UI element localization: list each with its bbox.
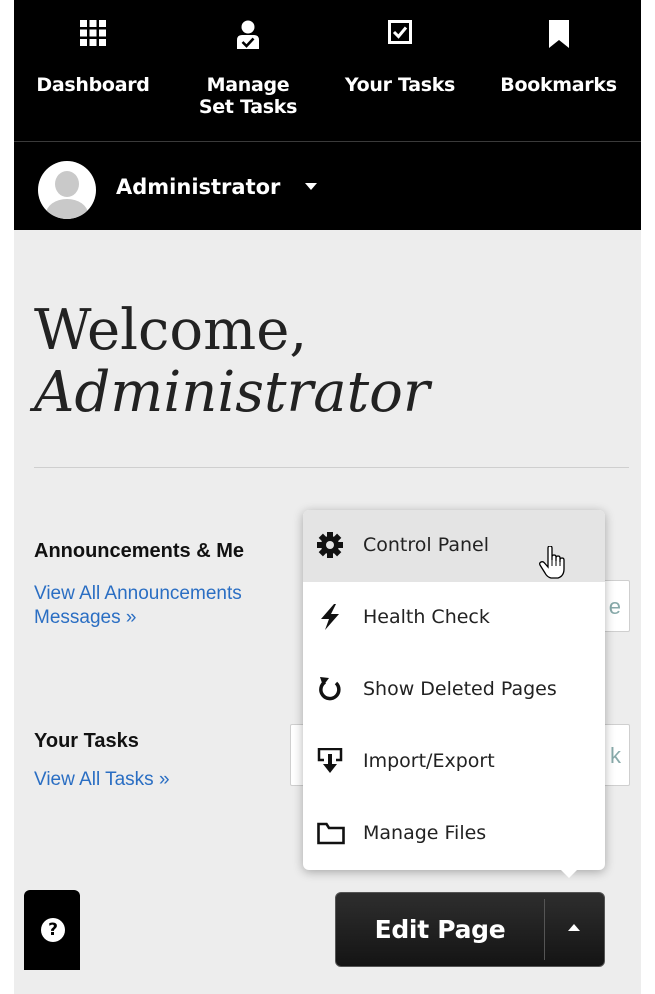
bookmark-icon	[548, 20, 569, 52]
chevron-up-icon	[568, 924, 580, 931]
box-text: e	[608, 594, 621, 619]
box-text: k	[610, 743, 621, 768]
menu-item-label: Control Panel	[363, 534, 489, 556]
user-task-icon	[236, 20, 260, 54]
refresh-icon	[317, 676, 343, 702]
nav-label: Your Tasks	[344, 74, 456, 96]
avatar[interactable]	[38, 161, 96, 219]
grid-icon	[80, 20, 106, 50]
import-export-icon	[317, 747, 343, 774]
nav-label: Manage Set Tasks	[198, 74, 298, 118]
gear-icon	[317, 532, 343, 558]
edit-page-dropdown-menu: Control Panel Health Check Show Deleted …	[303, 510, 605, 878]
help-button[interactable]: ?	[24, 890, 80, 970]
hand-pointer-icon	[539, 545, 569, 584]
user-bar: Administrator	[14, 142, 641, 230]
checkbox-icon	[388, 20, 412, 48]
edit-page-menu-toggle[interactable]	[545, 893, 605, 966]
menu-item-control-panel[interactable]: Control Panel	[303, 510, 605, 582]
menu-item-manage-files[interactable]: Manage Files	[303, 798, 605, 870]
welcome-name: Administrator	[34, 360, 430, 425]
nav-item-manage-set-tasks[interactable]: Manage Set Tasks	[172, 0, 324, 142]
menu-item-label: Health Check	[363, 606, 490, 628]
edit-page-split-button: Edit Page	[335, 892, 605, 967]
folder-icon	[317, 820, 345, 846]
view-all-tasks-link[interactable]: View All Tasks »	[34, 768, 170, 792]
edit-page-button[interactable]: Edit Page	[336, 893, 544, 966]
question-icon: ?	[41, 918, 65, 942]
nav-item-bookmarks[interactable]: Bookmarks	[476, 0, 641, 142]
nav-item-dashboard[interactable]: Dashboard	[14, 0, 172, 142]
menu-item-label: Manage Files	[363, 822, 487, 844]
user-menu-toggle[interactable]: Administrator	[116, 175, 280, 199]
nav-item-your-tasks[interactable]: Your Tasks	[324, 0, 476, 142]
nav-label: Bookmarks	[500, 74, 617, 96]
menu-item-show-deleted-pages[interactable]: Show Deleted Pages	[303, 654, 605, 726]
nav-label: Dashboard	[36, 74, 150, 96]
welcome-line1: Welcome,	[34, 298, 308, 363]
menu-item-label: Show Deleted Pages	[363, 678, 557, 700]
chevron-down-icon[interactable]	[305, 183, 317, 190]
page-title: Welcome, Administrator	[34, 300, 430, 424]
announcements-title: Announcements & Me	[34, 540, 245, 562]
menu-item-label: Import/Export	[363, 750, 495, 772]
view-all-announcements-link[interactable]: View All Announcements Messages »	[34, 582, 242, 630]
your-tasks-title: Your Tasks	[34, 730, 139, 752]
top-nav: Dashboard Manage Set Tasks Your Tasks Bo…	[14, 0, 641, 142]
menu-item-health-check[interactable]: Health Check	[303, 582, 605, 654]
divider	[34, 467, 629, 468]
app-root: Dashboard Manage Set Tasks Your Tasks Bo…	[14, 0, 641, 994]
menu-item-import-export[interactable]: Import/Export	[303, 726, 605, 798]
lightning-icon	[317, 604, 343, 630]
